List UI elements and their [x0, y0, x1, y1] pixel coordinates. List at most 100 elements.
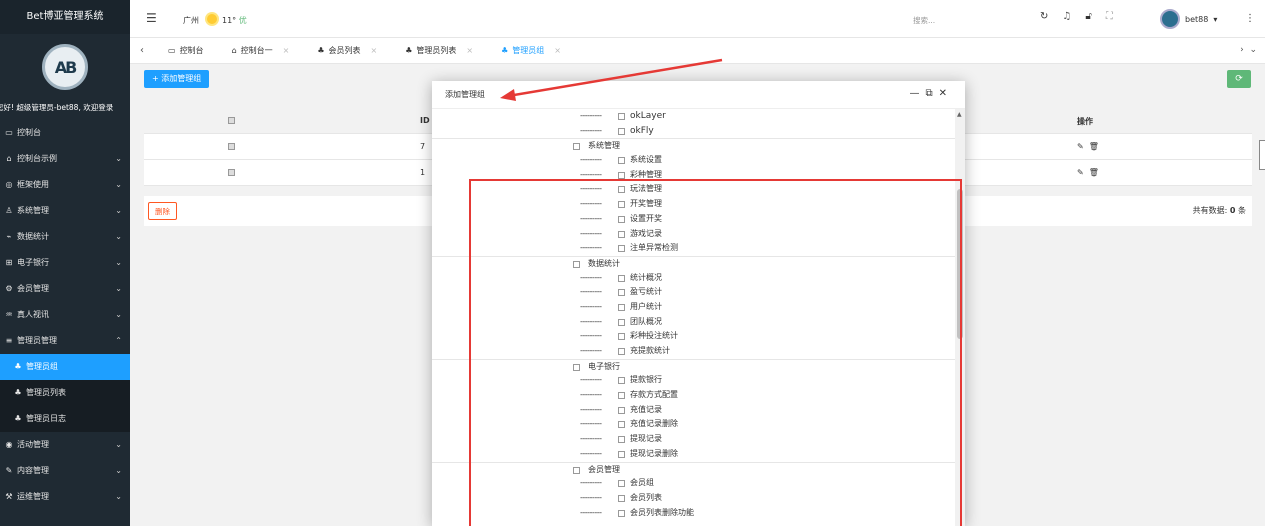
scroll-thumb[interactable] [957, 189, 963, 339]
tree-connector: --------- [580, 184, 602, 194]
permission-checkbox[interactable] [618, 201, 625, 209]
refresh-icon[interactable]: ↻ [1040, 11, 1048, 22]
tab-4[interactable]: ♣ 管理员组 × [487, 38, 575, 64]
permission-checkbox[interactable] [618, 171, 625, 179]
row-checkbox[interactable] [228, 143, 235, 150]
sidebar-item-label: 数据统计 [17, 232, 49, 241]
permission-item: --------- 玩法管理 [432, 182, 955, 197]
permission-checkbox[interactable] [618, 421, 625, 429]
tab-2[interactable]: ♣ 会员列表 × [303, 38, 391, 64]
search-input[interactable]: 搜索... [913, 15, 935, 26]
permission-checkbox[interactable] [618, 127, 625, 135]
permission-checkbox[interactable] [618, 215, 625, 223]
sidebar-item-8[interactable]: ≡ 管理员管理 ⌃ [0, 328, 130, 354]
permission-checkbox[interactable] [573, 260, 580, 268]
permission-checkbox[interactable] [618, 450, 625, 458]
permission-label: 盈亏统计 [630, 287, 662, 297]
permission-checkbox[interactable] [618, 480, 625, 488]
row-id: 1 [420, 168, 426, 177]
bell-icon[interactable]: ♫ [1062, 11, 1071, 22]
permission-checkbox[interactable] [618, 186, 625, 194]
refresh-button[interactable]: ⟳ [1227, 70, 1251, 88]
trash-icon[interactable]: 🗑︎ [1089, 142, 1099, 151]
row-id: 7 [420, 142, 426, 151]
tab-close-icon[interactable]: × [466, 38, 473, 64]
permission-checkbox[interactable] [618, 318, 625, 326]
tab-1[interactable]: ⌂ 控制台一 × [218, 38, 304, 64]
sidebar-item-6[interactable]: ⚙ 会员管理 ⌄ [0, 276, 130, 302]
permission-checkbox[interactable] [618, 289, 625, 297]
trash-icon[interactable]: 🗑︎ [1089, 168, 1099, 177]
permission-label: 用户统计 [630, 301, 662, 311]
user-menu[interactable]: bet88 ▾ [1160, 9, 1217, 29]
sidebar-item-0[interactable]: ▭ 控制台 [0, 120, 130, 146]
permission-checkbox[interactable] [618, 303, 625, 311]
dialog-scrollbar[interactable]: ▲ [955, 109, 965, 526]
permission-checkbox[interactable] [618, 377, 625, 385]
add-group-button[interactable]: + 添加管理组 [144, 70, 210, 88]
sidebar-item-3[interactable]: ♙ 系统管理 ⌄ [0, 198, 130, 224]
permission-checkbox[interactable] [618, 494, 625, 502]
permission-checkbox[interactable] [618, 406, 625, 414]
tree-connector: --------- [580, 404, 602, 414]
tab-next-icon[interactable]: › [1240, 45, 1244, 55]
permission-label: 数据统计 [588, 258, 620, 268]
edit-icon[interactable]: ✎ [1077, 168, 1084, 177]
sidebar-item-2[interactable]: ◎ 框架使用 ⌄ [0, 172, 130, 198]
permission-checkbox[interactable] [618, 274, 625, 282]
chevron-down-icon: ⌄ [115, 492, 122, 501]
tab-0[interactable]: ▭ 控制台 [154, 38, 218, 64]
fullscreen-icon[interactable]: ⛶ [1106, 11, 1113, 22]
chevron-down-icon: ⌄ [115, 154, 122, 163]
permission-item: --------- 提款银行 [432, 373, 955, 388]
sidebar-item-after-2[interactable]: ⚒ 运维管理 ⌄ [0, 484, 130, 510]
permission-checkbox[interactable] [618, 348, 625, 355]
lock-icon[interactable]: 🔓︎ [1085, 11, 1091, 22]
permission-checkbox[interactable] [573, 143, 580, 151]
close-icon[interactable]: ✕ [939, 88, 953, 99]
tree-connector: --------- [580, 478, 602, 488]
side-widget[interactable] [1259, 140, 1265, 170]
sidebar-item-after-1[interactable]: ✎ 内容管理 ⌄ [0, 458, 130, 484]
permission-checkbox[interactable] [618, 245, 625, 253]
permission-checkbox[interactable] [618, 333, 625, 341]
permission-item: --------- 会员列表删除功能 [432, 506, 955, 521]
sidebar-item-label: 控制台 [17, 128, 41, 137]
sidebar-item-7[interactable]: ♒ 真人视讯 ⌄ [0, 302, 130, 328]
sidebar-item-5[interactable]: ⊞ 电子银行 ⌄ [0, 250, 130, 276]
permission-checkbox[interactable] [618, 113, 625, 120]
tab-close-icon[interactable]: × [371, 38, 378, 64]
permission-checkbox[interactable] [618, 392, 625, 400]
content-icon: ✎ [5, 466, 13, 475]
tab-prev-icon[interactable]: ‹ [130, 45, 154, 56]
permission-checkbox[interactable] [618, 230, 625, 238]
tab-3[interactable]: ♣ 管理员列表 × [391, 38, 487, 64]
tab-close-icon[interactable]: × [554, 38, 561, 64]
delete-button[interactable]: 删除 [148, 202, 177, 220]
edit-icon[interactable]: ✎ [1077, 142, 1084, 151]
scroll-up-icon[interactable]: ▲ [957, 111, 962, 118]
permission-checkbox[interactable] [573, 466, 580, 474]
sidebar-item-after-0[interactable]: ◉ 活动管理 ⌄ [0, 432, 130, 458]
maximize-icon[interactable]: ⧉ [925, 88, 938, 99]
permission-checkbox[interactable] [618, 436, 625, 444]
more-vertical-icon[interactable]: ⋮ [1245, 13, 1255, 24]
permission-label: 系统设置 [630, 155, 662, 165]
permission-checkbox[interactable] [618, 157, 625, 165]
tree-connector: --------- [580, 287, 602, 297]
sidebar-item-label: 活动管理 [17, 440, 49, 449]
sidebar-item-sub-2[interactable]: ♣ 管理员日志 [0, 406, 130, 432]
permission-checkbox[interactable] [573, 363, 580, 371]
sidebar-item-label: 框架使用 [17, 180, 49, 189]
sidebar-item-4[interactable]: ⌁ 数据统计 ⌄ [0, 224, 130, 250]
row-checkbox[interactable] [228, 169, 235, 176]
sidebar-item-sub-0[interactable]: ♣ 管理员组 [0, 354, 130, 380]
menu-toggle-icon[interactable]: ☰ [146, 11, 157, 25]
permission-checkbox[interactable] [618, 509, 625, 517]
select-all-checkbox[interactable] [228, 117, 235, 124]
minimize-icon[interactable]: — [909, 88, 925, 99]
tab-dropdown-icon[interactable]: ⌄ [1249, 45, 1257, 55]
sidebar-item-1[interactable]: ⌂ 控制台示例 ⌄ [0, 146, 130, 172]
sidebar-item-sub-1[interactable]: ♣ 管理员列表 [0, 380, 130, 406]
tab-close-icon[interactable]: × [283, 38, 290, 64]
